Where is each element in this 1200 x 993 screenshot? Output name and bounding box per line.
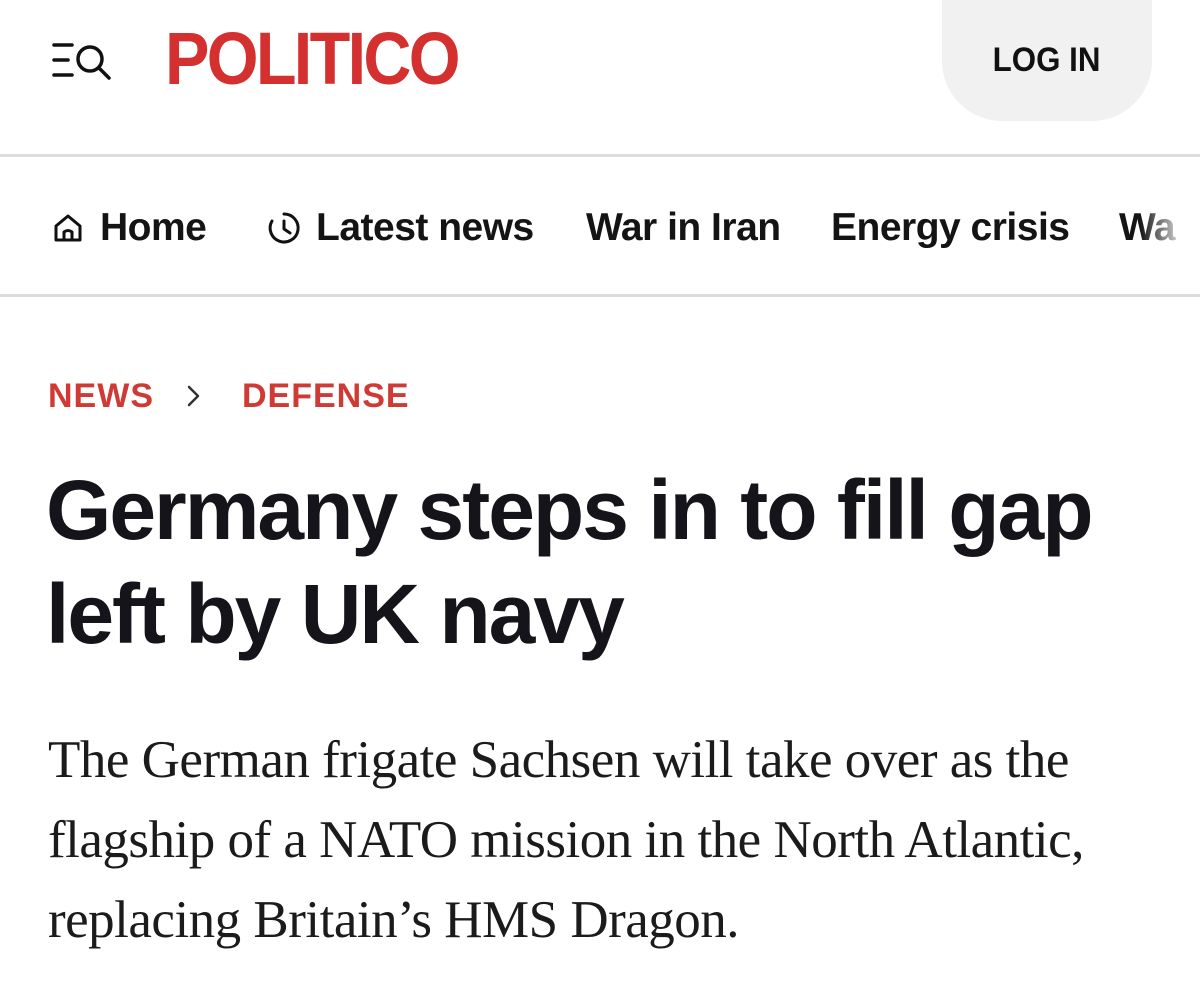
- nav-item-label: War in Iran: [586, 206, 781, 249]
- nav-item-label: Latest news: [316, 206, 534, 249]
- login-button[interactable]: LOG IN: [942, 0, 1152, 121]
- politico-logo[interactable]: POLITICO: [165, 14, 461, 104]
- breadcrumb: NEWS DEFENSE: [48, 374, 410, 418]
- nav-item-home[interactable]: Home: [50, 203, 207, 253]
- site-header: POLITICO LOG IN: [0, 0, 1200, 156]
- breadcrumb-news[interactable]: NEWS: [48, 377, 154, 416]
- clock-icon: [266, 210, 302, 246]
- nav-item-label: Wa: [1119, 206, 1176, 249]
- menu-search-icon: [52, 43, 111, 80]
- nav-item-overflow[interactable]: Wa: [1119, 203, 1176, 253]
- article-headline: Germany steps in to fill gap left by UK …: [46, 463, 1094, 661]
- nav-item-war-in-iran[interactable]: War in Iran: [586, 203, 781, 253]
- chevron-right-icon: [186, 383, 202, 409]
- page: POLITICO LOG IN Home Latest news War in …: [0, 0, 1200, 993]
- login-button-label: LOG IN: [993, 41, 1101, 79]
- menu-search-button[interactable]: [50, 38, 116, 84]
- home-icon: [50, 210, 86, 246]
- nav-item-latest-news[interactable]: Latest news: [266, 203, 534, 253]
- section-nav: Home Latest news War in Iran Energy cris…: [0, 157, 1200, 294]
- article-dek: The German frigate Sachsen will take ove…: [48, 731, 1084, 949]
- nav-item-energy-crisis[interactable]: Energy crisis: [831, 203, 1070, 253]
- breadcrumb-defense[interactable]: DEFENSE: [242, 377, 410, 416]
- nav-item-label: Energy crisis: [831, 206, 1070, 249]
- nav-item-label: Home: [100, 206, 207, 249]
- nav-divider: [0, 294, 1200, 297]
